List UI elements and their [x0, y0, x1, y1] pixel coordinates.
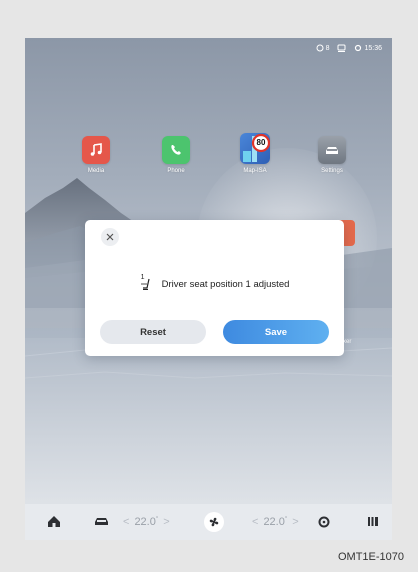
figure-caption: OMT1E-1070: [337, 551, 404, 563]
fan-icon[interactable]: [204, 512, 224, 532]
app-settings[interactable]: Settings: [307, 136, 357, 174]
seat-heat-icon[interactable]: [367, 516, 379, 527]
steering-heat-icon[interactable]: [318, 516, 330, 528]
time-indicator: 15:36: [354, 44, 382, 52]
home-icon[interactable]: [47, 515, 61, 528]
partial-app-label: xer: [343, 339, 352, 345]
seat-adjusted-dialog: 1 Driver seat position 1 adjusted Reset …: [85, 220, 344, 356]
seat-status-icon: [337, 44, 346, 52]
settings-status-icon: [355, 44, 362, 52]
seat-position-icon: 1: [140, 274, 154, 292]
right-temp-decrease-button[interactable]: <: [252, 516, 258, 528]
climate-control-bar: < 22.0° > < 22.0° >: [25, 504, 392, 540]
status-bar: 8 15:36: [316, 44, 382, 52]
dialog-message-text: Driver seat position 1 adjusted: [161, 278, 290, 290]
right-temp-value: 22.0°: [263, 516, 288, 528]
app-label: Media: [87, 168, 105, 174]
clock-time: 15:36: [364, 44, 382, 52]
app-map-isa[interactable]: 80 Map-ISA: [230, 133, 280, 174]
left-temp-value: 22.0°: [134, 516, 159, 528]
left-temp-decrease-button[interactable]: <: [123, 516, 129, 528]
phone-icon: [162, 136, 190, 164]
left-temperature-control: < 22.0° >: [123, 504, 170, 540]
music-note-icon: [82, 136, 110, 164]
app-label: Map-ISA: [243, 168, 267, 174]
right-temp-increase-button[interactable]: >: [292, 516, 298, 528]
car-settings-icon: [318, 136, 346, 164]
signal-indicator: 8: [316, 44, 330, 52]
close-icon: [106, 233, 114, 241]
app-label: Phone: [167, 168, 185, 174]
car-icon[interactable]: [94, 516, 109, 527]
dialog-message: 1 Driver seat position 1 adjusted: [85, 274, 344, 292]
left-temp-increase-button[interactable]: >: [163, 516, 169, 528]
figure-frame: 8 15:36 Media Phone 80 Map-ISA Settings …: [0, 0, 418, 572]
bluetooth-icon: [316, 44, 324, 52]
app-label: Settings: [321, 168, 343, 174]
signal-text: 8: [325, 44, 330, 52]
infotainment-screen: 8 15:36 Media Phone 80 Map-ISA Settings …: [25, 38, 392, 540]
reset-button[interactable]: Reset: [100, 320, 206, 344]
app-phone[interactable]: Phone: [151, 136, 201, 174]
speed-limit-value: 80: [256, 138, 266, 147]
close-button[interactable]: [101, 228, 119, 246]
save-button[interactable]: Save: [223, 320, 329, 344]
app-media[interactable]: Media: [71, 136, 121, 174]
speed-limit-map-icon: 80: [240, 133, 270, 164]
right-temperature-control: < 22.0° >: [252, 504, 299, 540]
